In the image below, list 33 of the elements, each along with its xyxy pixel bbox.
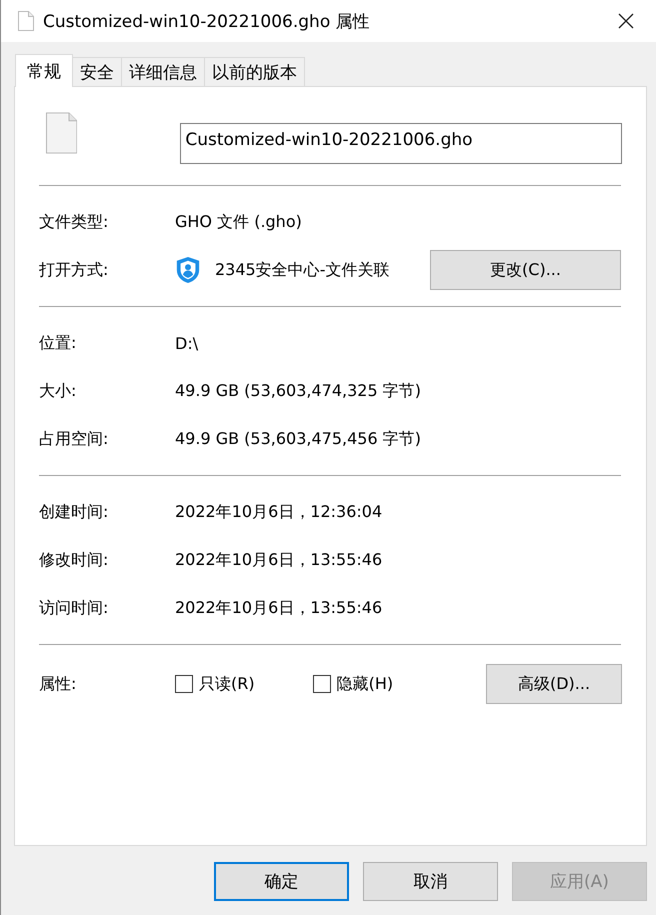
window-title: Customized-win10-20221006.gho 属性: [43, 10, 371, 32]
field-value: 2022年10月6日，13:55:46: [175, 550, 382, 570]
field-value: 2022年10月6日，12:36:04: [175, 502, 382, 522]
tab[interactable]: 常规: [15, 54, 73, 87]
field-label: 位置:: [39, 332, 78, 354]
file-icon: [18, 11, 34, 31]
field-value: 49.9 GB (53,603,474,325 字节): [175, 380, 421, 402]
shield-icon: [175, 256, 201, 284]
field-value: 49.9 GB (53,603,475,456 字节): [175, 428, 421, 450]
checkbox-label[interactable]: 隐藏(H): [336, 674, 394, 694]
field-label: 打开方式:: [39, 260, 110, 280]
advanced-button[interactable]: 高级(D)...: [486, 664, 622, 704]
field-value: 2022年10月6日，13:55:46: [175, 598, 382, 618]
field-label: 文件类型:: [39, 212, 110, 232]
file-icon: [46, 112, 78, 154]
dialog-button[interactable]: 取消: [363, 862, 498, 901]
dialog-button[interactable]: 确定: [214, 862, 349, 901]
field-label: 占用空间:: [39, 428, 110, 450]
checkbox-label[interactable]: 只读(R): [199, 674, 255, 694]
field-label: 属性:: [39, 674, 78, 694]
field-label: 大小:: [39, 380, 78, 402]
field-value: D:\: [175, 334, 198, 352]
field-label: 修改时间:: [39, 550, 110, 570]
field-value: 2345安全中心-文件关联: [215, 260, 390, 280]
tab[interactable]: 以前的版本: [204, 57, 305, 86]
checkbox[interactable]: [312, 675, 331, 693]
file-name-field[interactable]: Customized-win10-20221006.gho: [180, 123, 622, 164]
checkbox[interactable]: [175, 675, 193, 693]
field-value: GHO 文件 (.gho): [175, 212, 302, 232]
close-icon[interactable]: [618, 13, 634, 29]
field-label: 访问时间:: [39, 598, 110, 618]
change-button[interactable]: 更改(C)...: [430, 250, 621, 290]
field-label: 创建时间:: [39, 502, 110, 522]
